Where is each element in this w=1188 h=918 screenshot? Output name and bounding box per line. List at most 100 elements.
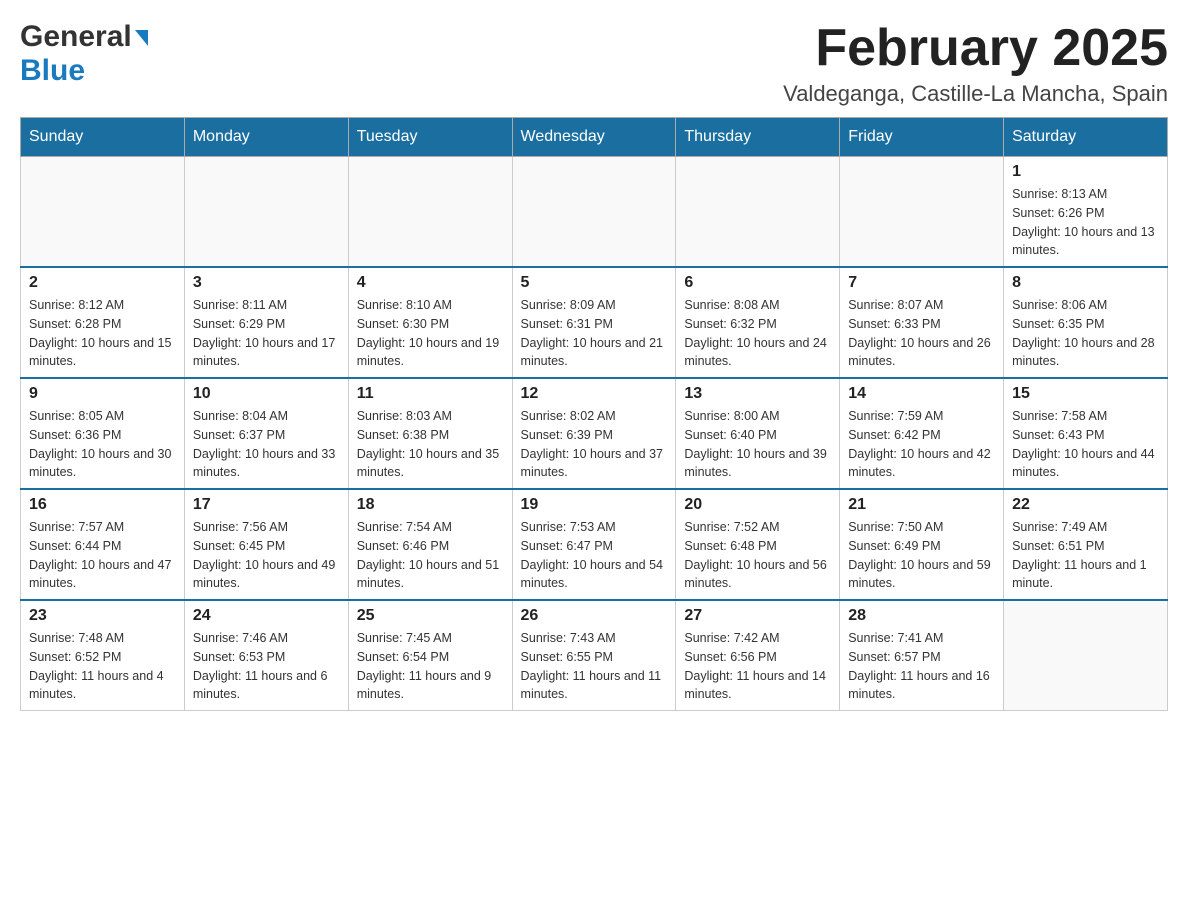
- calendar-subtitle: Valdeganga, Castille-La Mancha, Spain: [783, 81, 1168, 107]
- calendar-day-cell: 24Sunrise: 7:46 AMSunset: 6:53 PMDayligh…: [184, 600, 348, 711]
- day-info: Sunrise: 7:54 AMSunset: 6:46 PMDaylight:…: [357, 518, 504, 593]
- calendar-day-cell: 26 Sunrise: 7:43 AMSunset: 6:55 PMDayligh…: [512, 600, 676, 711]
- day-of-week-header: Monday: [184, 118, 348, 157]
- day-number: 8: [1012, 274, 1159, 292]
- day-number: 17: [193, 496, 340, 514]
- calendar-day-cell: 9 Sunrise: 8:05 AMSunset: 6:36 PMDaylight…: [21, 378, 185, 489]
- calendar-day-cell: 11 Sunrise: 8:03 AMSunset: 6:38 PMDayligh…: [348, 378, 512, 489]
- calendar-day-cell: [184, 157, 348, 268]
- calendar-day-cell: 2 Sunrise: 8:12 AMSunset: 6:28 PMDaylight…: [21, 267, 185, 378]
- day-number: 11: [357, 385, 504, 403]
- day-number: 18: [357, 496, 504, 514]
- calendar-day-cell: 19Sunrise: 7:53 AMSunset: 6:47 PMDayligh…: [512, 489, 676, 600]
- day-of-week-header: Tuesday: [348, 118, 512, 157]
- day-number: 28: [848, 607, 995, 625]
- day-number: 19: [521, 496, 668, 514]
- calendar-day-cell: 8Sunrise: 8:06 AMSunset: 6:35 PMDaylight…: [1004, 267, 1168, 378]
- calendar-week-row: 1Sunrise: 8:13 AMSunset: 6:26 PMDaylight…: [21, 157, 1168, 268]
- calendar-day-cell: 10 Sunrise: 8:04 AMSunset: 6:37 PMDayligh…: [184, 378, 348, 489]
- calendar-day-cell: 17 Sunrise: 7:56 AMSunset: 6:45 PMDayligh…: [184, 489, 348, 600]
- day-number: 12: [521, 385, 668, 403]
- day-number: 15: [1012, 385, 1159, 403]
- day-info: Sunrise: 7:49 AMSunset: 6:51 PMDaylight:…: [1012, 518, 1159, 593]
- day-info: Sunrise: 7:56 AMSunset: 6:45 PMDaylight:…: [193, 518, 340, 593]
- day-number: 13: [684, 385, 831, 403]
- calendar-day-cell: 7 Sunrise: 8:07 AMSunset: 6:33 PMDaylight…: [840, 267, 1004, 378]
- calendar-day-cell: 20 Sunrise: 7:52 AMSunset: 6:48 PMDayligh…: [676, 489, 840, 600]
- logo-blue-text: Blue: [20, 54, 148, 88]
- day-info: Sunrise: 8:09 AMSunset: 6:31 PMDaylight:…: [521, 296, 668, 371]
- day-number: 14: [848, 385, 995, 403]
- day-of-week-header: Friday: [840, 118, 1004, 157]
- day-number: 16: [29, 496, 176, 514]
- calendar-day-cell: 28 Sunrise: 7:41 AMSunset: 6:57 PMDayligh…: [840, 600, 1004, 711]
- calendar-day-cell: [1004, 600, 1168, 711]
- calendar-header-row: SundayMondayTuesdayWednesdayThursdayFrid…: [21, 118, 1168, 157]
- day-number: 10: [193, 385, 340, 403]
- day-number: 20: [684, 496, 831, 514]
- calendar-day-cell: 23 Sunrise: 7:48 AMSunset: 6:52 PMDayligh…: [21, 600, 185, 711]
- day-of-week-header: Thursday: [676, 118, 840, 157]
- day-info: Sunrise: 8:11 AMSunset: 6:29 PMDaylight:…: [193, 296, 340, 371]
- logo-row1: General: [20, 20, 148, 54]
- calendar-day-cell: 13 Sunrise: 8:00 AMSunset: 6:40 PMDayligh…: [676, 378, 840, 489]
- day-number: 25: [357, 607, 504, 625]
- calendar-day-cell: [512, 157, 676, 268]
- day-info: Sunrise: 8:10 AMSunset: 6:30 PMDaylight:…: [357, 296, 504, 371]
- day-info: Sunrise: 7:59 AMSunset: 6:42 PMDaylight:…: [848, 407, 995, 482]
- title-area: February 2025 Valdeganga, Castille-La Ma…: [783, 20, 1168, 107]
- day-number: 23: [29, 607, 176, 625]
- day-number: 5: [521, 274, 668, 292]
- day-info: Sunrise: 8:12 AMSunset: 6:28 PMDaylight:…: [29, 296, 176, 371]
- calendar-day-cell: [676, 157, 840, 268]
- day-number: 26: [521, 607, 668, 625]
- calendar-day-cell: 12 Sunrise: 8:02 AMSunset: 6:39 PMDayligh…: [512, 378, 676, 489]
- calendar-day-cell: 16Sunrise: 7:57 AMSunset: 6:44 PMDayligh…: [21, 489, 185, 600]
- day-of-week-header: Saturday: [1004, 118, 1168, 157]
- day-info: Sunrise: 7:42 AMSunset: 6:56 PMDaylight:…: [684, 629, 831, 704]
- day-number: 6: [684, 274, 831, 292]
- day-info: Sunrise: 8:00 AMSunset: 6:40 PMDaylight:…: [684, 407, 831, 482]
- logo: General Blue: [20, 20, 148, 88]
- day-info: Sunrise: 8:04 AMSunset: 6:37 PMDaylight:…: [193, 407, 340, 482]
- day-of-week-header: Sunday: [21, 118, 185, 157]
- day-number: 9: [29, 385, 176, 403]
- calendar-day-cell: [348, 157, 512, 268]
- calendar-day-cell: 15 Sunrise: 7:58 AMSunset: 6:43 PMDayligh…: [1004, 378, 1168, 489]
- calendar-day-cell: 6 Sunrise: 8:08 AMSunset: 6:32 PMDaylight…: [676, 267, 840, 378]
- day-info: Sunrise: 8:07 AMSunset: 6:33 PMDaylight:…: [848, 296, 995, 371]
- day-number: 4: [357, 274, 504, 292]
- day-info: Sunrise: 7:41 AMSunset: 6:57 PMDaylight:…: [848, 629, 995, 704]
- day-number: 22: [1012, 496, 1159, 514]
- calendar-week-row: 23 Sunrise: 7:48 AMSunset: 6:52 PMDayligh…: [21, 600, 1168, 711]
- day-of-week-header: Wednesday: [512, 118, 676, 157]
- logo-general-text: General: [20, 20, 132, 54]
- calendar-day-cell: 27 Sunrise: 7:42 AMSunset: 6:56 PMDayligh…: [676, 600, 840, 711]
- calendar-day-cell: 14 Sunrise: 7:59 AMSunset: 6:42 PMDayligh…: [840, 378, 1004, 489]
- calendar-day-cell: 18 Sunrise: 7:54 AMSunset: 6:46 PMDayligh…: [348, 489, 512, 600]
- day-number: 3: [193, 274, 340, 292]
- day-info: Sunrise: 7:43 AMSunset: 6:55 PMDaylight:…: [521, 629, 668, 704]
- day-info: Sunrise: 7:52 AMSunset: 6:48 PMDaylight:…: [684, 518, 831, 593]
- day-info: Sunrise: 7:58 AMSunset: 6:43 PMDaylight:…: [1012, 407, 1159, 482]
- day-info: Sunrise: 8:08 AMSunset: 6:32 PMDaylight:…: [684, 296, 831, 371]
- day-number: 27: [684, 607, 831, 625]
- day-info: Sunrise: 7:48 AMSunset: 6:52 PMDaylight:…: [29, 629, 176, 704]
- calendar-day-cell: 3 Sunrise: 8:11 AMSunset: 6:29 PMDaylight…: [184, 267, 348, 378]
- day-number: 21: [848, 496, 995, 514]
- calendar-title: February 2025: [783, 20, 1168, 77]
- day-info: Sunrise: 7:45 AMSunset: 6:54 PMDaylight:…: [357, 629, 504, 704]
- calendar-week-row: 16Sunrise: 7:57 AMSunset: 6:44 PMDayligh…: [21, 489, 1168, 600]
- day-number: 7: [848, 274, 995, 292]
- day-info: Sunrise: 8:03 AMSunset: 6:38 PMDaylight:…: [357, 407, 504, 482]
- page-header: General Blue February 2025 Valdeganga, C…: [20, 20, 1168, 107]
- calendar-week-row: 2 Sunrise: 8:12 AMSunset: 6:28 PMDaylight…: [21, 267, 1168, 378]
- calendar-day-cell: [21, 157, 185, 268]
- day-info: Sunrise: 8:05 AMSunset: 6:36 PMDaylight:…: [29, 407, 176, 482]
- day-number: 24: [193, 607, 340, 625]
- logo-arrow-icon: [135, 30, 148, 46]
- calendar-day-cell: 4 Sunrise: 8:10 AMSunset: 6:30 PMDaylight…: [348, 267, 512, 378]
- day-info: Sunrise: 8:02 AMSunset: 6:39 PMDaylight:…: [521, 407, 668, 482]
- day-number: 2: [29, 274, 176, 292]
- calendar-day-cell: 5 Sunrise: 8:09 AMSunset: 6:31 PMDaylight…: [512, 267, 676, 378]
